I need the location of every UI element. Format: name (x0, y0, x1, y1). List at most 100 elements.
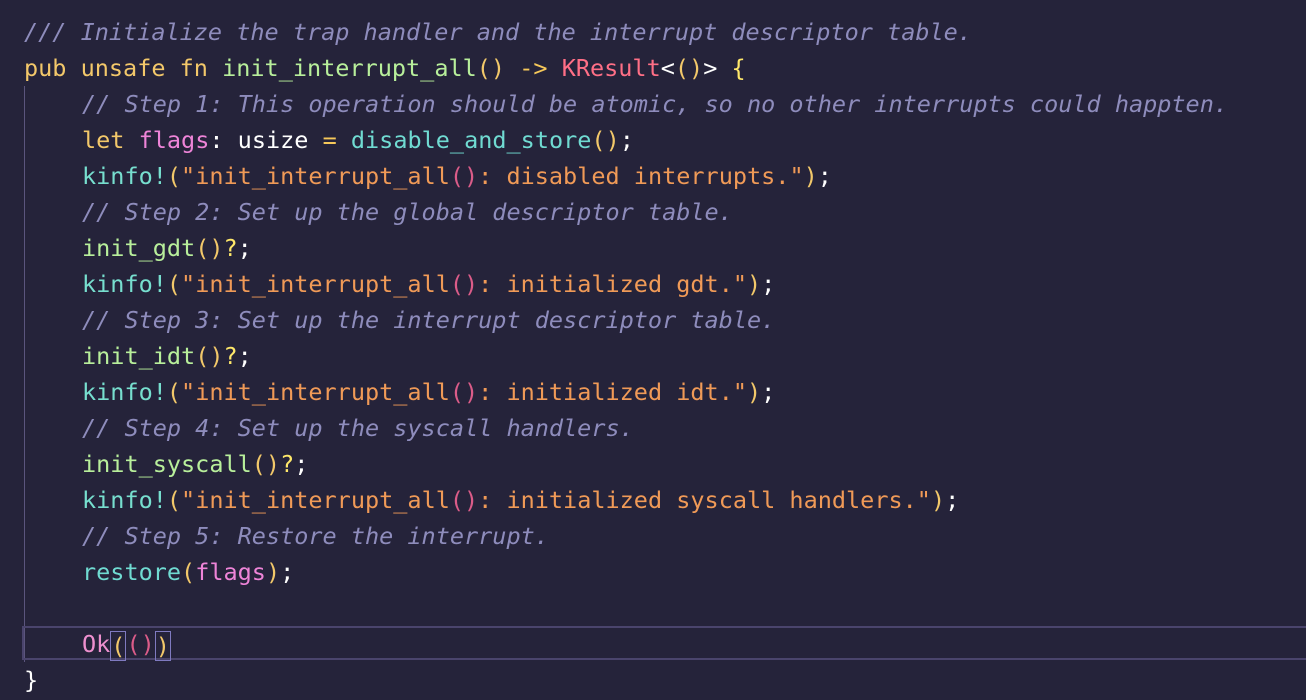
inner-parens: () (449, 378, 479, 406)
keyword-fn: fn (179, 54, 208, 82)
paren-close: ) (747, 270, 762, 298)
code-line-13[interactable]: init_syscall()?; (0, 446, 1306, 482)
function-name: init_interrupt_all (222, 54, 477, 82)
call-parens: () (195, 234, 224, 262)
code-line-8[interactable]: kinfo!("init_interrupt_all(): initialize… (0, 266, 1306, 302)
code-line-14[interactable]: kinfo!("init_interrupt_all(): initialize… (0, 482, 1306, 518)
semicolon: ; (761, 378, 776, 406)
code-line-2[interactable]: pub unsafe fn init_interrupt_all() -> KR… (0, 50, 1306, 86)
quote: " (181, 378, 196, 406)
init-gdt-call: init_gdt (82, 234, 196, 262)
step3-comment: // Step 3: Set up the interrupt descript… (82, 306, 776, 334)
colon: : (209, 126, 224, 154)
semicolon: ; (280, 558, 295, 586)
generic-open: < (660, 54, 675, 82)
call-parens: () (591, 126, 620, 154)
ok-constructor: Ok (82, 630, 111, 658)
code-line-16[interactable]: restore(flags); (0, 554, 1306, 590)
unit-value: () (126, 630, 155, 658)
code-line-4[interactable]: let flags: usize = disable_and_store(); (0, 122, 1306, 158)
code-line-5[interactable]: kinfo!("init_interrupt_all(): disabled i… (0, 158, 1306, 194)
call-parens: () (195, 342, 224, 370)
quote: " (181, 162, 196, 190)
code-editor[interactable]: /// Initialize the trap handler and the … (0, 0, 1306, 700)
disable-call: disable_and_store (350, 126, 592, 154)
log-message: : initialized idt. (478, 378, 733, 406)
semicolon: ; (237, 342, 252, 370)
call-parens: () (251, 450, 281, 478)
step5-comment: // Step 5: Restore the interrupt. (82, 522, 549, 550)
return-arrow: -> (519, 54, 548, 82)
code-line-1[interactable]: /// Initialize the trap handler and the … (0, 14, 1306, 50)
kinfo-macro: kinfo! (82, 486, 167, 514)
restore-call: restore (82, 558, 182, 586)
code-line-12[interactable]: // Step 4: Set up the syscall handlers. (0, 410, 1306, 446)
var-flags: flags (138, 126, 210, 154)
keyword-let: let (82, 126, 125, 154)
kinfo-macro: kinfo! (82, 270, 167, 298)
code-line-11[interactable]: kinfo!("init_interrupt_all(): initialize… (0, 374, 1306, 410)
code-line-3[interactable]: // Step 1: This operation should be atom… (0, 86, 1306, 122)
kinfo-macro: kinfo! (82, 378, 167, 406)
unit-type: () (674, 54, 704, 82)
log-prefix: init_interrupt_all (195, 378, 450, 406)
return-type: KResult (561, 54, 661, 82)
step2-comment: // Step 2: Set up the global descriptor … (82, 198, 733, 226)
init-syscall-call: init_syscall (82, 450, 252, 478)
semicolon: ; (294, 450, 309, 478)
kinfo-macro: kinfo! (82, 162, 167, 190)
quote: " (789, 162, 804, 190)
quote: " (181, 486, 196, 514)
log-message: : disabled interrupts. (478, 162, 790, 190)
code-line-10[interactable]: init_idt()?; (0, 338, 1306, 374)
code-line-19[interactable]: } (0, 662, 1306, 698)
paren-close: ) (803, 162, 818, 190)
close-brace: } (24, 666, 39, 694)
step4-comment: // Step 4: Set up the syscall handlers. (82, 414, 634, 442)
code-line-9[interactable]: // Step 3: Set up the interrupt descript… (0, 302, 1306, 338)
semicolon: ; (761, 270, 776, 298)
matched-paren-close: ) (154, 630, 171, 661)
code-line-6[interactable]: // Step 2: Set up the global descriptor … (0, 194, 1306, 230)
code-line-17[interactable] (0, 590, 1306, 626)
type-usize: usize (237, 126, 309, 154)
fn-params: () (476, 54, 506, 82)
equals: = (322, 126, 337, 154)
log-prefix: init_interrupt_all (195, 162, 450, 190)
paren-open: ( (166, 162, 182, 190)
semicolon: ; (817, 162, 832, 190)
code-line-18[interactable]: Ok(()) (0, 626, 1306, 662)
quote: " (181, 270, 196, 298)
semicolon: ; (237, 234, 252, 262)
paren-close: ) (265, 558, 281, 586)
quote: " (732, 270, 747, 298)
code-line-15[interactable]: // Step 5: Restore the interrupt. (0, 518, 1306, 554)
keyword-unsafe: unsafe (80, 54, 166, 82)
paren-close: ) (930, 486, 946, 514)
log-prefix: init_interrupt_all (195, 486, 450, 514)
question-mark: ? (223, 234, 238, 262)
doc-comment: /// Initialize the trap handler and the … (24, 18, 972, 46)
paren-open: ( (166, 486, 182, 514)
paren-open: ( (166, 270, 182, 298)
semicolon: ; (945, 486, 960, 514)
log-message: : initialized gdt. (478, 270, 733, 298)
quote: " (916, 486, 931, 514)
generic-close: > (703, 54, 718, 82)
quote: " (732, 378, 747, 406)
var-flags: flags (195, 558, 266, 586)
log-prefix: init_interrupt_all (195, 270, 450, 298)
init-idt-call: init_idt (82, 342, 196, 370)
paren-close: ) (747, 378, 762, 406)
inner-parens: () (449, 486, 479, 514)
code-line-7[interactable]: init_gdt()?; (0, 230, 1306, 266)
inner-parens: () (449, 270, 479, 298)
open-brace: { (731, 54, 746, 82)
semicolon: ; (619, 126, 634, 154)
question-mark: ? (223, 342, 238, 370)
question-mark: ? (280, 450, 295, 478)
paren-open: ( (166, 378, 182, 406)
paren-open: ( (181, 558, 196, 586)
log-message: : initialized syscall handlers. (478, 486, 917, 514)
matched-paren-open: ( (110, 630, 127, 661)
